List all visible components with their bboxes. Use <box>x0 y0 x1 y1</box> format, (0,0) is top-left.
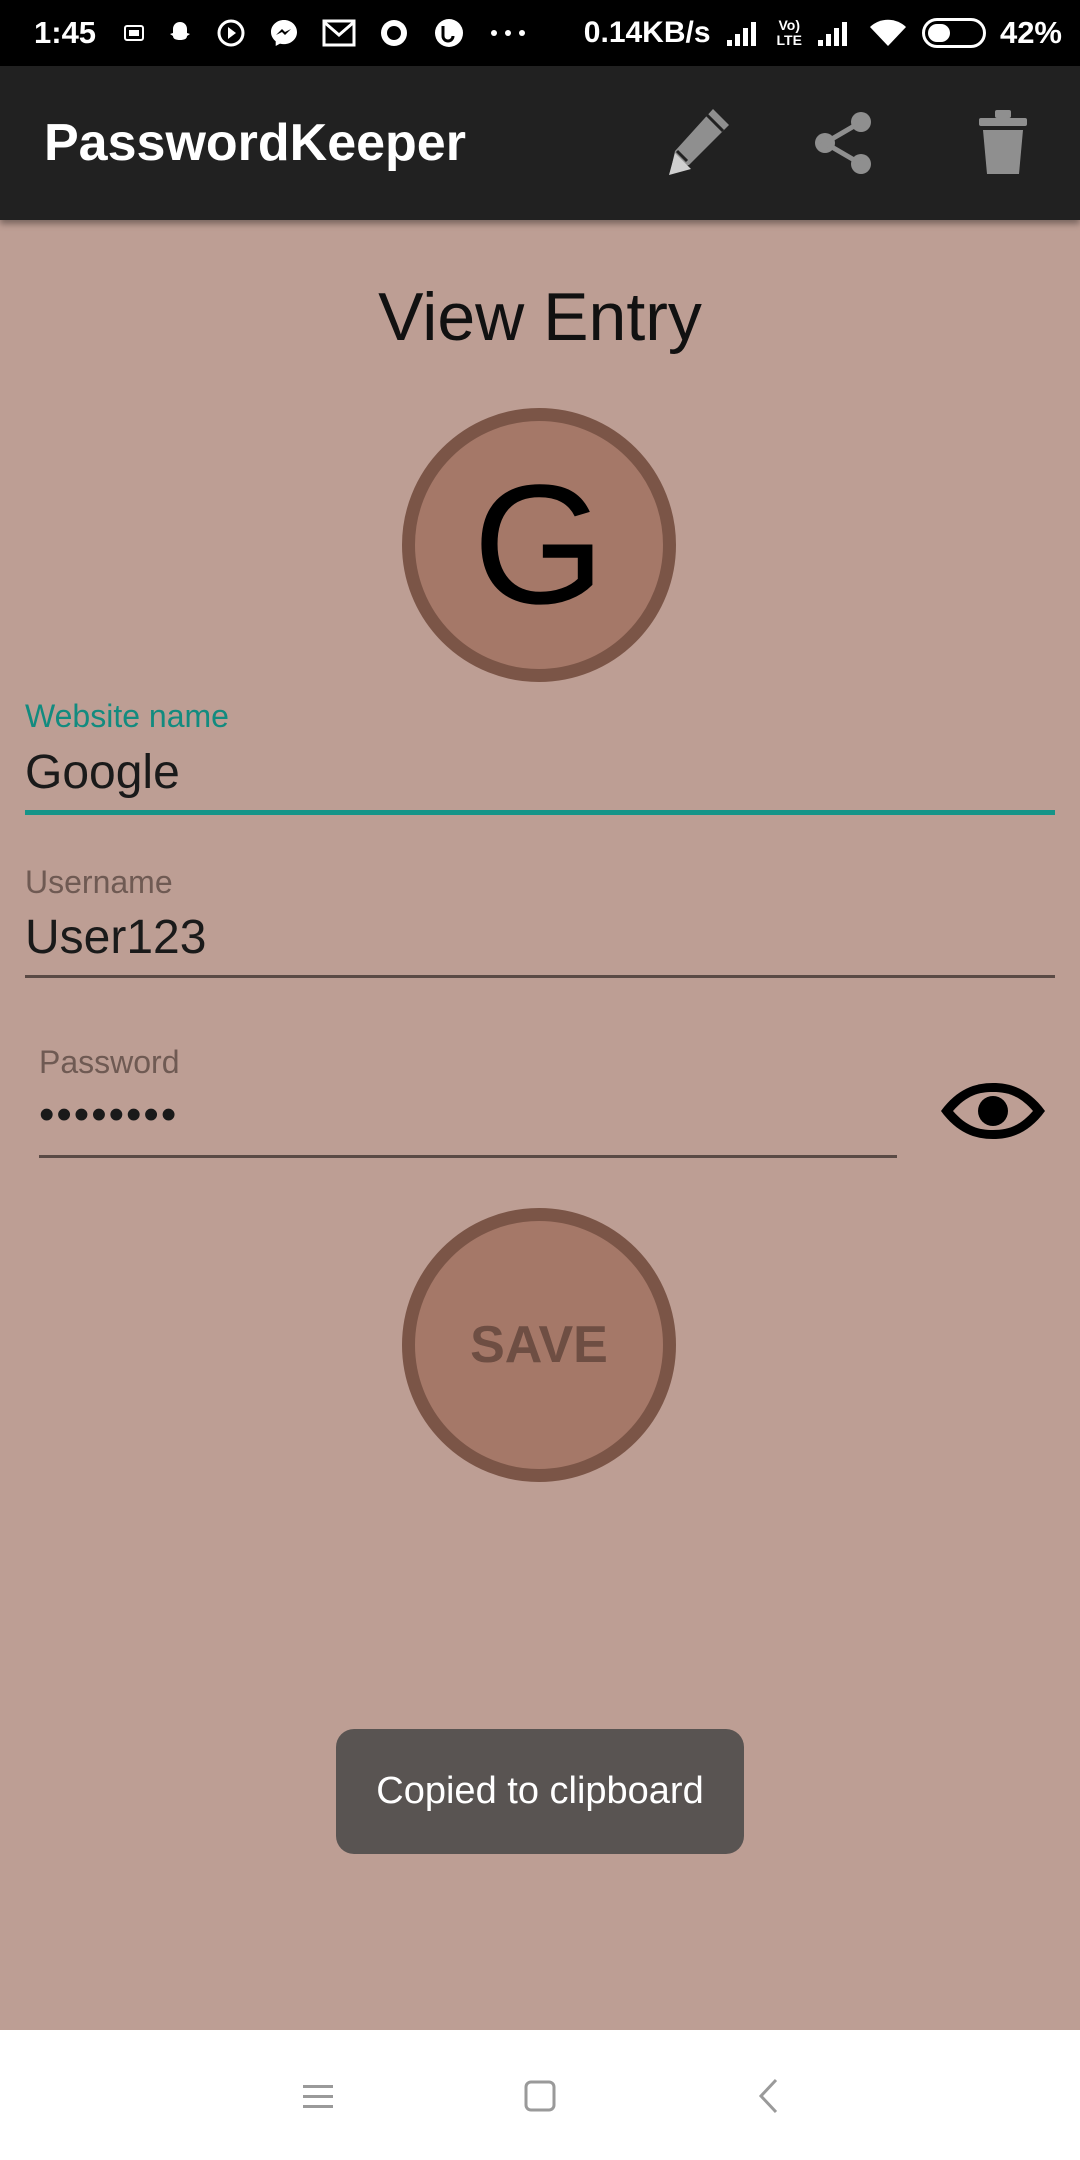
username-label: Username <box>25 864 173 900</box>
signal-icon-2 <box>816 18 854 48</box>
snapchat-icon <box>166 19 194 47</box>
play-icon <box>216 18 246 48</box>
username-underline <box>25 975 1055 978</box>
website-name-field[interactable]: Google <box>25 745 180 800</box>
save-button-label: SAVE <box>470 1316 608 1374</box>
system-nav-bar <box>0 2030 1080 2160</box>
battery-percent: 42% <box>999 15 1062 50</box>
signal-icon <box>725 18 763 48</box>
password-underline <box>39 1155 897 1158</box>
share-icon <box>815 112 871 174</box>
toast-text: Copied to clipboard <box>376 1770 704 1812</box>
uc-browser-icon <box>432 16 466 50</box>
share-button[interactable] <box>796 95 892 191</box>
page-title: View Entry <box>378 279 702 355</box>
more-dots-icon <box>488 28 528 38</box>
status-right: 0.14KB/s Vo) LTE 42% <box>584 15 1062 51</box>
status-time: 1:45 <box>34 15 97 50</box>
battery-icon <box>921 18 986 48</box>
volte-label-bottom: LTE <box>776 32 802 48</box>
volte-label-top: Vo) <box>778 17 800 33</box>
entry-avatar: G <box>402 408 676 682</box>
edit-button[interactable] <box>647 95 743 191</box>
edit-pencil-icon <box>669 109 729 175</box>
status-left: 1:45 <box>34 15 528 51</box>
eye-icon <box>941 1083 1045 1139</box>
sim-card-icon <box>124 25 145 41</box>
menu-icon <box>303 2085 333 2108</box>
website-name-label: Website name <box>25 698 229 734</box>
home-icon <box>524 2080 556 2112</box>
website-name-underline <box>25 810 1055 815</box>
status-bar: 1:45 0.14KB/s Vo) LTE 42% <box>0 0 1080 66</box>
network-speed: 0.14KB/s <box>583 16 711 49</box>
username-field[interactable]: User123 <box>25 910 206 965</box>
save-button[interactable]: SAVE <box>402 1208 676 1482</box>
app-title: PasswordKeeper <box>44 114 466 172</box>
password-label: Password <box>39 1044 180 1080</box>
app-bar: PasswordKeeper <box>0 66 1080 220</box>
home-button[interactable] <box>500 2056 580 2136</box>
delete-button[interactable] <box>955 95 1051 191</box>
back-button[interactable] <box>728 2056 808 2136</box>
back-icon <box>758 2078 778 2114</box>
trash-icon <box>979 110 1027 174</box>
messenger-icon <box>268 17 300 49</box>
record-icon <box>378 17 410 49</box>
toast-message: Copied to clipboard <box>336 1729 744 1854</box>
volte-icon: Vo) LTE <box>777 18 802 48</box>
gmail-icon <box>322 19 356 47</box>
battery-level <box>927 24 950 42</box>
recent-apps-button[interactable] <box>278 2056 358 2136</box>
wifi-icon <box>868 18 908 48</box>
avatar-letter: G <box>472 450 606 640</box>
password-field[interactable]: •••••••• <box>39 1090 178 1140</box>
toggle-password-visibility-button[interactable] <box>937 1076 1049 1146</box>
